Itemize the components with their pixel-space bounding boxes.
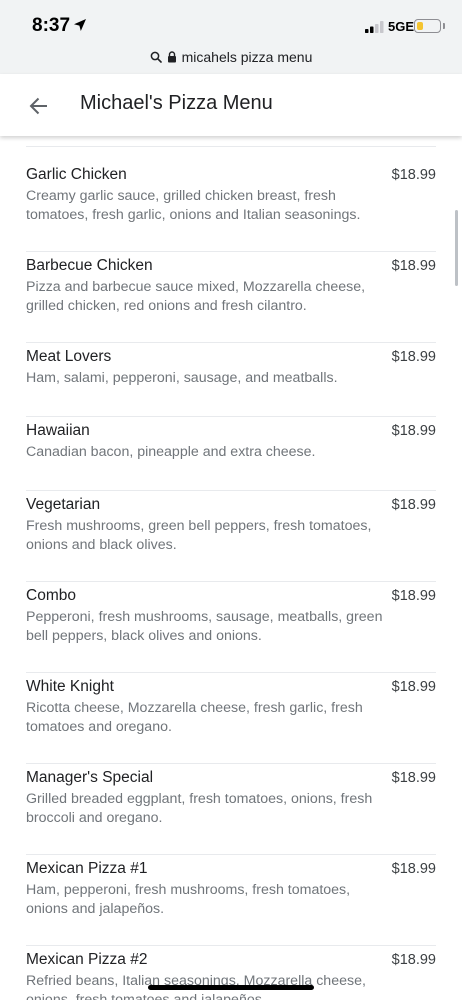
item-price: $18.99 xyxy=(391,167,436,183)
item-name: Garlic Chicken xyxy=(26,166,127,183)
item-name: White Knight xyxy=(26,678,114,695)
menu-item[interactable]: Combo $18.99 Pepperoni, fresh mushrooms,… xyxy=(26,582,436,673)
search-icon xyxy=(150,51,162,63)
item-name: Meat Lovers xyxy=(26,348,112,365)
menu-item[interactable]: Manager's Special $18.99 Grilled breaded… xyxy=(26,764,436,855)
menu-item[interactable]: Mexican Pizza #1 $18.99 Ham, pepperoni, … xyxy=(26,855,436,946)
item-price: $18.99 xyxy=(391,952,436,968)
battery-cap xyxy=(443,23,445,29)
menu-item[interactable]: Garlic Chicken $18.99 Creamy garlic sauc… xyxy=(26,161,436,252)
scrollbar[interactable] xyxy=(455,210,458,286)
network-type: 5GE xyxy=(388,19,415,34)
item-name: Vegetarian xyxy=(26,496,101,513)
arrow-left-icon xyxy=(29,97,47,115)
item-description: Pepperoni, fresh mushrooms, sausage, mea… xyxy=(26,609,383,644)
item-name: Mexican Pizza #2 xyxy=(26,951,148,968)
status-time: 8:37 xyxy=(32,15,71,36)
item-price: $18.99 xyxy=(391,497,436,513)
browser-chrome: 8:37 5GE micahels pizza menu xyxy=(0,0,462,74)
menu-item[interactable]: Meat Lovers $18.99 Ham, salami, pepperon… xyxy=(26,343,436,417)
item-name: Barbecue Chicken xyxy=(26,257,153,274)
status-bar: 8:37 5GE xyxy=(0,0,462,44)
cellular-signal-icon xyxy=(365,21,384,33)
menu-item[interactable]: Vegetarian $18.99 Fresh mushrooms, green… xyxy=(26,491,436,582)
lock-icon xyxy=(167,51,176,63)
item-description: Ham, pepperoni, fresh mushrooms, fresh t… xyxy=(26,882,351,917)
url-text[interactable]: micahels pizza menu xyxy=(182,49,313,65)
item-price: $18.99 xyxy=(391,349,436,365)
item-price: $18.99 xyxy=(391,861,436,877)
back-button[interactable] xyxy=(22,89,56,123)
item-price: $18.99 xyxy=(391,423,436,439)
menu-item[interactable]: Mexican Pizza #2 $18.99 Refried beans, I… xyxy=(26,946,436,1000)
location-arrow-icon xyxy=(74,19,86,31)
item-price: $18.99 xyxy=(391,679,436,695)
item-description: Grilled breaded eggplant, fresh tomatoes… xyxy=(26,791,373,826)
app-header: Michael's Pizza Menu xyxy=(0,74,462,136)
item-description: Pizza and barbecue sauce mixed, Mozzarel… xyxy=(26,279,366,314)
item-price: $18.99 xyxy=(391,770,436,786)
address-bar[interactable]: micahels pizza menu xyxy=(0,46,462,68)
home-indicator[interactable] xyxy=(148,985,314,990)
menu-content[interactable]: Garlic Chicken $18.99 Creamy garlic sauc… xyxy=(0,136,462,1000)
page-title: Michael's Pizza Menu xyxy=(80,92,273,114)
menu-item[interactable]: White Knight $18.99 Ricotta cheese, Mozz… xyxy=(26,673,436,764)
battery-level xyxy=(416,21,423,30)
battery-icon xyxy=(414,19,441,33)
menu-item[interactable]: Barbecue Chicken $18.99 Pizza and barbec… xyxy=(26,252,436,343)
item-name: Combo xyxy=(26,587,76,604)
item-description: Fresh mushrooms, green bell peppers, fre… xyxy=(26,518,372,553)
item-description: Ham, salami, pepperoni, sausage, and mea… xyxy=(26,370,338,386)
item-description: Creamy garlic sauce, grilled chicken bre… xyxy=(26,188,361,223)
item-description: Ricotta cheese, Mozzarella cheese, fresh… xyxy=(26,700,363,735)
item-price: $18.99 xyxy=(391,588,436,604)
item-price: $18.99 xyxy=(391,258,436,274)
item-name: Hawaiian xyxy=(26,422,90,439)
menu-item[interactable]: Hawaiian $18.99 Canadian bacon, pineappl… xyxy=(26,417,436,491)
item-name: Manager's Special xyxy=(26,769,154,786)
item-description: Canadian bacon, pineapple and extra chee… xyxy=(26,444,316,460)
item-name: Mexican Pizza #1 xyxy=(26,860,148,877)
menu-list: Garlic Chicken $18.99 Creamy garlic sauc… xyxy=(0,161,462,1000)
divider xyxy=(26,146,436,147)
